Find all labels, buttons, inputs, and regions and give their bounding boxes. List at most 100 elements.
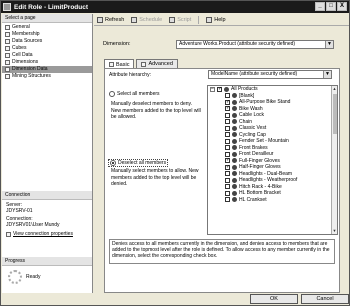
page-item-cell-data[interactable]: Cell Data [2,52,92,59]
member-checkbox[interactable] [225,157,230,164]
title-bar: Edit Role - LimitProduct _ □ X [1,1,349,13]
member-checkbox[interactable] [225,112,230,118]
page-icon [5,60,10,65]
member-icon [232,177,237,183]
member-label: [Blank] [239,92,255,99]
attribute-hierarchy-label: Attribute hierarchy: [109,72,151,78]
collapse-icon[interactable]: − [210,86,215,92]
maximize-button[interactable]: □ [326,2,336,11]
refresh-icon [97,16,103,23]
page-item-general[interactable]: General [2,24,92,31]
select-all-members-radio[interactable]: Select all members [109,91,160,97]
page-icon [5,74,10,79]
progress-section: Progress Ready [2,257,92,284]
dimension-dropdown[interactable]: Adventure Works.Product (attribute secur… [176,40,334,49]
member-checkbox[interactable] [225,151,230,157]
dimension-value: Adventure Works.Product (attribute secur… [179,41,296,47]
window-controls: _ □ X [315,2,347,11]
scroll-up-icon[interactable]: ▲ [332,86,337,92]
tab-advanced-label: Advanced [148,61,173,67]
member-checkbox[interactable] [225,164,230,170]
page-item-label: General [12,24,30,30]
view-connection-properties-link[interactable]: View connection properties [2,231,92,237]
member-label: Headlights - Weatherproof [239,177,298,184]
member-icon [232,190,237,196]
page-item-mining-structures[interactable]: Mining Structures [2,73,92,80]
member-label: All Products [231,86,258,93]
refresh-button[interactable]: Refresh [97,16,125,23]
help-button[interactable]: Help [206,16,226,23]
member-checkbox[interactable] [225,145,230,151]
progress-spinner-icon [8,270,22,284]
schedule-button[interactable]: Schedule [131,16,163,23]
app-icon [3,3,11,11]
member-checkbox[interactable] [225,184,230,190]
member-checkbox[interactable] [225,125,230,131]
page-item-label: Cubes [12,45,27,51]
properties-icon [6,231,11,237]
member-label: Chain [239,118,253,125]
tab-advanced[interactable]: Advanced [136,59,178,68]
page-icon [5,67,10,72]
attribute-hierarchy-value: ModelName (attribute security defined) [211,71,298,77]
page-item-membership[interactable]: Membership [2,31,92,38]
page-item-label: Data Sources [12,38,43,44]
attribute-hierarchy-dropdown[interactable]: ModelName (attribute security defined) ▼ [208,70,332,79]
member-label: Half-Finger Gloves [239,164,281,171]
minimize-button[interactable]: _ [315,2,325,11]
deselect-all-members-radio[interactable]: Deselect all members [108,159,169,167]
progress-status-label: Ready [26,274,41,280]
member-checkbox[interactable] [225,99,230,105]
option-description: Denies access to all members currently i… [109,239,335,264]
member-checkbox[interactable] [225,132,230,138]
script-label: Script [177,16,192,23]
close-button[interactable]: X [337,2,347,11]
member-label: Cycling Cap [239,131,266,138]
page-item-data-sources[interactable]: Data Sources [2,38,92,45]
page-item-dimensions[interactable]: Dimensions [2,59,92,66]
toolbar: Refresh Schedule Script Help [94,14,349,26]
member-label: Hitch Rack - 4-Bike [239,183,282,190]
page-list: General Membership Data Sources Cubes Ce… [2,23,92,80]
member-row[interactable]: HL Crankset [208,197,337,204]
server-value: JDYSRV-01 [6,208,33,214]
member-label: Bike Wash [239,105,263,112]
scroll-down-icon[interactable]: ▼ [332,228,337,234]
member-tree: − All Products[Blank]All-Purpose Bike Sta… [207,85,338,235]
page-item-label: Dimensions [12,59,39,65]
radio-selected-icon [110,160,116,166]
tree-scrollbar[interactable]: ▲ ▼ [331,86,337,234]
scroll-thumb[interactable] [333,94,337,134]
member-checkbox[interactable] [217,86,222,92]
help-label: Help [214,16,226,23]
member-checkbox[interactable] [225,105,230,112]
page-icon [5,53,10,58]
ok-button[interactable]: OK [250,294,298,304]
page-item-dimension-data[interactable]: Dimension Data [2,66,92,73]
script-button[interactable]: Script [169,16,192,23]
member-icon [232,112,237,118]
member-checkbox[interactable] [225,197,230,203]
member-icon [232,99,237,105]
member-checkbox[interactable] [225,190,230,196]
schedule-icon [131,16,138,23]
member-icon [232,164,237,170]
member-label: Classic Vest [239,125,267,132]
refresh-label: Refresh [105,16,125,23]
select-page-header-label: Select a page [5,14,36,21]
page-item-cubes[interactable]: Cubes [2,45,92,52]
member-checkbox[interactable] [225,177,230,183]
member-checkbox[interactable] [225,171,230,177]
toolbar-separator [198,15,200,24]
page-icon [5,46,10,51]
member-checkbox[interactable] [225,138,230,144]
member-icon [232,125,237,131]
member-checkbox[interactable] [225,93,230,99]
page-item-label: Mining Structures [12,73,51,79]
tab-basic-label: Basic [116,61,130,68]
cancel-button[interactable]: Cancel [301,294,349,304]
chevron-down-icon: ▼ [325,41,333,48]
page-item-label: Membership [12,31,40,37]
schedule-label: Schedule [139,16,163,23]
member-checkbox[interactable] [225,119,230,125]
